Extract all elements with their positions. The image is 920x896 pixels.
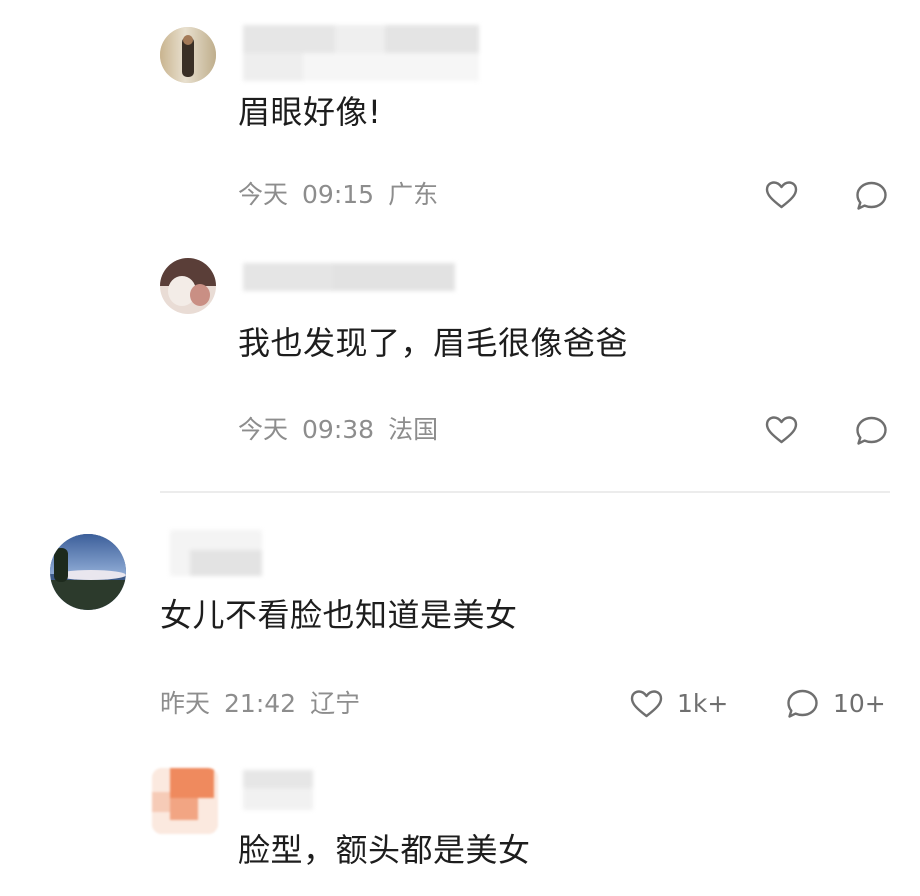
reply-button[interactable] (855, 180, 888, 212)
avatar[interactable] (50, 534, 126, 610)
comment-date: 昨天 (160, 689, 211, 718)
comment-text: 我也发现了，眉毛很像爸爸 (238, 324, 629, 362)
heart-outline-icon (765, 415, 798, 445)
speech-bubble-icon (855, 415, 888, 447)
comment-location: 辽宁 (310, 689, 361, 718)
username-pixelated (243, 263, 455, 291)
like-count: 1k+ (677, 689, 729, 718)
comment-location: 法国 (388, 415, 439, 444)
reply-button[interactable]: 10+ (786, 688, 886, 720)
avatar[interactable] (160, 258, 216, 314)
reply-count: 10+ (833, 689, 886, 718)
comment-meta: 今天 09:38 法国 (238, 414, 452, 446)
avatar[interactable] (160, 27, 216, 83)
comment-time: 09:38 (302, 415, 375, 444)
comment-meta: 今天 09:15 广东 (238, 179, 452, 211)
comment-location: 广东 (388, 180, 439, 209)
reply-button[interactable] (855, 415, 888, 447)
comment-text: 女儿不看脸也知道是美女 (160, 596, 518, 634)
avatar[interactable] (152, 768, 218, 834)
speech-bubble-icon (786, 688, 819, 720)
like-button[interactable]: 1k+ (630, 688, 728, 720)
comment-time: 09:15 (302, 180, 375, 209)
username-pixelated (243, 25, 479, 81)
heart-outline-icon (630, 689, 663, 719)
comment-date: 今天 (238, 180, 289, 209)
comment-date: 今天 (238, 415, 289, 444)
comment-text: 眉眼好像! (238, 93, 382, 131)
speech-bubble-icon (855, 180, 888, 212)
username-pixelated (170, 530, 262, 576)
comment-time: 21:42 (224, 689, 297, 718)
divider (160, 491, 890, 493)
like-button[interactable] (765, 180, 798, 210)
username-pixelated (243, 770, 313, 810)
heart-outline-icon (765, 180, 798, 210)
comment-meta: 昨天 21:42 辽宁 (160, 688, 374, 720)
comment-text: 脸型，额头都是美女 (238, 831, 531, 869)
like-button[interactable] (765, 415, 798, 445)
